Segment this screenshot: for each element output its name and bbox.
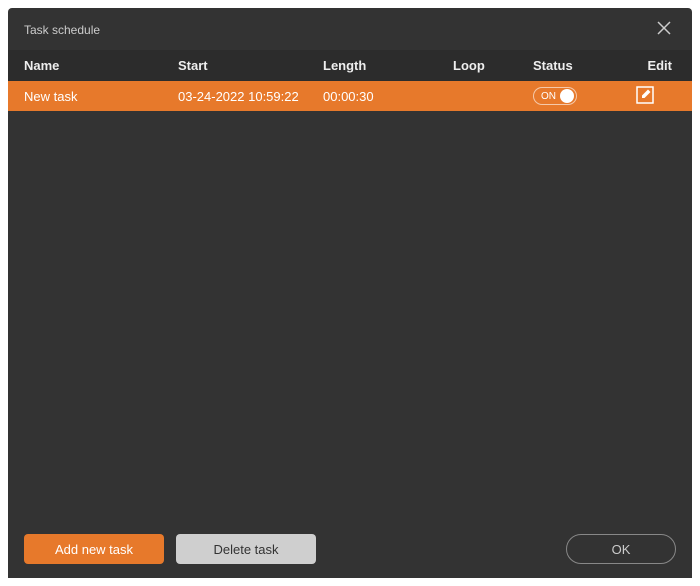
window-title: Task schedule [24, 23, 100, 37]
edit-icon [635, 85, 655, 108]
delete-task-button[interactable]: Delete task [176, 534, 316, 564]
titlebar: Task schedule [8, 8, 692, 50]
column-header-loop: Loop [448, 56, 528, 75]
add-new-task-button[interactable]: Add new task [24, 534, 164, 564]
status-toggle-label: ON [541, 91, 556, 102]
task-row[interactable]: New task 03-24-2022 10:59:22 00:00:30 ON [8, 81, 692, 111]
task-start: 03-24-2022 10:59:22 [148, 89, 318, 104]
status-toggle[interactable]: ON [533, 87, 577, 105]
column-header-status: Status [528, 56, 623, 75]
close-icon [656, 20, 672, 41]
task-length: 00:00:30 [318, 89, 448, 104]
task-list-empty-area [8, 111, 692, 520]
ok-button[interactable]: OK [566, 534, 676, 564]
task-status: ON [528, 87, 623, 105]
column-header-edit-label: Edit [647, 58, 672, 73]
column-header-start: Start [148, 56, 318, 75]
task-name: New task [8, 89, 148, 104]
task-edit [623, 85, 692, 107]
edit-button[interactable] [634, 85, 656, 107]
column-header-edit: Edit [623, 56, 692, 75]
task-schedule-window: Task schedule Name Start Length Loop Sta… [8, 8, 692, 578]
toggle-knob [560, 89, 574, 103]
column-header-name: Name [8, 56, 148, 75]
column-header-length: Length [318, 56, 448, 75]
table-header: Name Start Length Loop Status Edit [8, 50, 692, 81]
footer: Add new task Delete task OK [8, 520, 692, 578]
close-button[interactable] [652, 18, 676, 42]
